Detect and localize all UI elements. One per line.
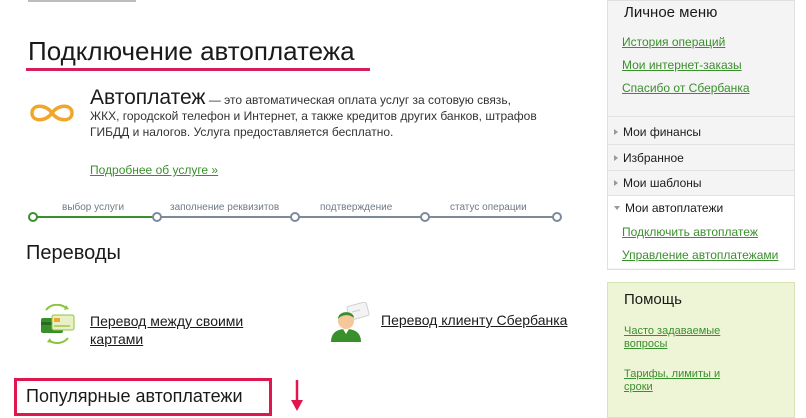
step-label-2: заполнение реквизитов	[166, 202, 284, 213]
sidebar-divider	[608, 170, 794, 171]
help-title: Помощь	[624, 291, 682, 308]
top-divider	[28, 0, 136, 2]
arrow-down-icon	[291, 380, 303, 411]
faq-link[interactable]: Часто задаваемые вопросы	[624, 325, 744, 351]
manage-autopays-link[interactable]: Управление автоплатежами	[622, 248, 778, 262]
sidebar-item-label: Мои автоплатежи	[625, 201, 724, 215]
sidebar-item-finances[interactable]: Мои финансы	[614, 125, 701, 139]
client-transfer-link[interactable]: Перевод клиенту Сбербанка	[381, 312, 567, 328]
infinity-icon	[30, 104, 74, 122]
step-dot-1	[28, 212, 38, 222]
step-indicator: выбор услуги заполнение реквизитов подтв…	[28, 200, 562, 230]
chevron-right-icon	[614, 180, 618, 186]
own-transfer-link[interactable]: Перевод между своими картами	[90, 312, 260, 348]
sidebar-item-label: Избранное	[623, 151, 684, 165]
autopay-description: Автоплатеж — это автоматическая оплата у…	[90, 87, 540, 140]
sidebar-divider	[608, 144, 794, 145]
sidebar-item-label: Мои шаблоны	[623, 176, 702, 190]
transfers-title: Переводы	[26, 242, 121, 264]
more-about-service-link[interactable]: Подробнее об услуге »	[90, 163, 218, 177]
step-track-done	[30, 216, 156, 218]
spasibo-link[interactable]: Спасибо от Сбербанка	[622, 81, 750, 95]
chevron-down-icon	[614, 206, 620, 210]
step-dot-4	[420, 212, 430, 222]
cards-exchange-icon[interactable]	[38, 304, 78, 344]
connect-autopay-link[interactable]: Подключить автоплатеж	[622, 225, 758, 239]
tariffs-link[interactable]: Тарифы, лимиты и сроки	[624, 368, 744, 394]
personal-menu-title: Личное меню	[624, 4, 718, 21]
step-label-3: подтверждение	[316, 202, 397, 213]
sidebar-item-autopays[interactable]: Мои автоплатежи	[614, 201, 723, 215]
internet-orders-link[interactable]: Мои интернет-заказы	[622, 58, 742, 72]
sidebar-divider	[608, 116, 794, 117]
popular-autopays-title: Популярные автоплатежи	[26, 386, 243, 406]
chevron-right-icon	[614, 129, 618, 135]
step-label-4: статус операции	[446, 202, 531, 213]
title-underline	[26, 68, 370, 71]
sidebar-item-templates[interactable]: Мои шаблоны	[614, 176, 702, 190]
history-link[interactable]: История операций	[622, 35, 725, 49]
step-label-1: выбор услуги	[58, 202, 129, 213]
person-icon[interactable]	[328, 302, 372, 344]
chevron-right-icon	[614, 155, 618, 161]
page-title: Подключение автоплатежа	[28, 36, 355, 66]
sidebar-item-label: Мои финансы	[623, 125, 701, 139]
autopay-term: Автоплатеж	[90, 86, 206, 109]
step-dot-5	[552, 212, 562, 222]
step-dot-2	[152, 212, 162, 222]
sidebar-item-favorites[interactable]: Избранное	[614, 151, 684, 165]
step-dot-3	[290, 212, 300, 222]
